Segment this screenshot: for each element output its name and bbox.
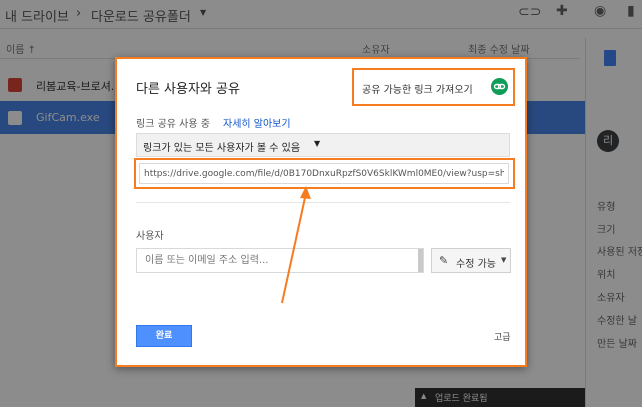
access-level-text: 링크가 있는 모든 사용자가 볼 수 있음 — [143, 143, 301, 154]
done-button[interactable]: 완료 — [136, 325, 192, 347]
people-label: 사용자 — [136, 231, 164, 242]
link-access-dropdown[interactable]: 링크가 있는 모든 사용자가 볼 수 있음 ▼ — [136, 133, 510, 157]
share-link-field[interactable] — [139, 163, 509, 184]
dialog-title: 다른 사용자와 공유 — [136, 82, 240, 97]
chevron-down-icon: ▼ — [314, 139, 321, 148]
permission-dropdown[interactable]: ✎ 수정 가능 ▼ — [431, 248, 511, 273]
chevron-down-icon: ▼ — [501, 256, 507, 264]
link-sharing-status: 링크 공유 사용 중 — [136, 119, 210, 130]
people-input[interactable] — [136, 248, 424, 273]
advanced-link[interactable]: 고급 — [494, 330, 511, 343]
get-shareable-link-button[interactable]: 공유 가능한 링크 가져오기 — [352, 68, 515, 106]
learn-more-link[interactable]: 자세히 알아보기 — [223, 115, 291, 130]
get-link-label: 공유 가능한 링크 가져오기 — [362, 85, 473, 96]
share-link-highlight — [134, 158, 515, 189]
share-dialog: 다른 사용자와 공유 공유 가능한 링크 가져오기 링크 공유 사용 중 자세히… — [115, 57, 527, 367]
link-icon — [491, 78, 508, 95]
pencil-icon: ✎ — [439, 254, 449, 267]
people-input-scrollbar[interactable] — [418, 249, 423, 272]
divider — [136, 202, 510, 203]
permission-label: 수정 가능 — [456, 259, 496, 270]
